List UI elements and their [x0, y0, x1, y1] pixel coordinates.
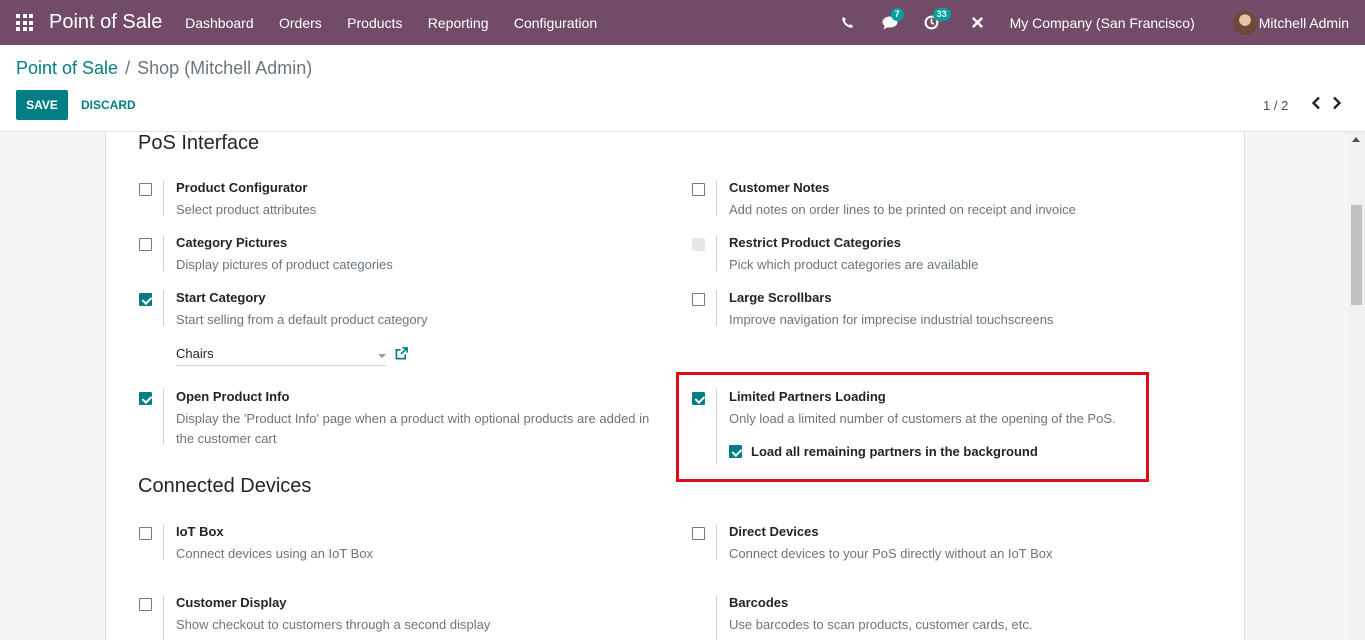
setting-description: Show checkout to customers through a sec…	[176, 617, 491, 632]
chat-icon[interactable]: 7	[882, 7, 904, 31]
divider	[163, 180, 164, 216]
setting-label: Category Pictures	[176, 235, 288, 250]
scroll-thumb[interactable]	[1351, 205, 1362, 305]
setting-label: Large Scrollbars	[729, 290, 832, 305]
chevron-down-icon[interactable]	[378, 354, 386, 358]
setting-description: Add notes on order lines to be printed o…	[729, 202, 1076, 217]
setting-description: Start selling from a default product cat…	[176, 312, 428, 327]
setting-description: Connect devices to your PoS directly wit…	[729, 546, 1053, 561]
setting-label: Barcodes	[729, 595, 789, 610]
iot-box-checkbox[interactable]	[139, 527, 152, 540]
customer-display-checkbox[interactable]	[139, 598, 152, 611]
setting-customer-display: Customer Display Show checkout to custom…	[139, 595, 659, 640]
messages-badge: 7	[890, 7, 904, 21]
large-scrollbars-checkbox[interactable]	[692, 293, 705, 306]
discard-button[interactable]: DISCARD	[72, 90, 145, 120]
top-navbar: Point of Sale Dashboard Orders Products …	[0, 0, 1365, 45]
divider	[163, 595, 164, 640]
divider	[716, 290, 717, 326]
setting-description: Improve navigation for imprecise industr…	[729, 312, 1054, 327]
scroll-up-icon[interactable]	[1352, 137, 1360, 142]
breadcrumb-current: Shop (Mitchell Admin)	[137, 58, 313, 78]
breadcrumb-parent[interactable]: Point of Sale	[16, 58, 118, 78]
setting-category-pictures: Category Pictures Display pictures of pr…	[139, 235, 659, 275]
menu-configuration[interactable]: Configuration	[501, 15, 610, 31]
setting-label: Customer Display	[176, 595, 287, 610]
setting-iot-box: IoT Box Connect devices using an IoT Box	[139, 524, 659, 564]
divider	[163, 290, 164, 326]
restrict-categories-checkbox	[692, 238, 705, 251]
close-icon[interactable]	[970, 15, 986, 31]
divider	[716, 524, 717, 560]
apps-grid-icon[interactable]	[16, 14, 33, 31]
setting-label: Direct Devices	[729, 524, 819, 539]
setting-direct-devices: Direct Devices Connect devices to your P…	[692, 524, 1212, 564]
start-category-value: Chairs	[176, 346, 214, 361]
divider	[163, 524, 164, 560]
section-pos-interface: PoS Interface	[138, 132, 260, 154]
product-configurator-checkbox[interactable]	[139, 183, 152, 196]
direct-devices-checkbox[interactable]	[692, 527, 705, 540]
menu-dashboard[interactable]: Dashboard	[172, 15, 266, 31]
scrollbar[interactable]	[1348, 132, 1365, 640]
pager-value[interactable]: 1 / 2	[1263, 98, 1288, 113]
setting-description: Display the 'Product Info' page when a p…	[176, 411, 650, 446]
menu-reporting[interactable]: Reporting	[415, 15, 501, 31]
divider	[716, 180, 717, 216]
category-pictures-checkbox[interactable]	[139, 238, 152, 251]
setting-description: Display pictures of product categories	[176, 257, 393, 272]
setting-label: Customer Notes	[729, 180, 830, 195]
setting-product-configurator: Product Configurator Select product attr…	[139, 180, 659, 220]
menu-orders[interactable]: Orders	[266, 15, 334, 31]
open-product-info-checkbox[interactable]	[139, 392, 152, 405]
user-menu[interactable]: Mitchell Admin	[1259, 15, 1349, 31]
setting-description: Pick which product categories are availa…	[729, 257, 979, 272]
setting-label: Open Product Info	[176, 389, 290, 404]
app-title[interactable]: Point of Sale	[49, 11, 162, 34]
setting-description: Select product attributes	[176, 202, 317, 217]
divider	[163, 389, 164, 445]
save-button[interactable]: SAVE	[16, 90, 68, 120]
divider	[716, 595, 717, 640]
setting-label: Start Category	[176, 290, 266, 305]
external-link-icon[interactable]	[395, 347, 408, 365]
breadcrumb: Point of Sale / Shop (Mitchell Admin)	[16, 58, 312, 79]
company-switcher[interactable]: My Company (San Francisco)	[1010, 15, 1195, 31]
divider	[716, 235, 717, 271]
setting-label: Restrict Product Categories	[729, 235, 901, 250]
breadcrumb-separator: /	[125, 58, 131, 78]
setting-description: Connect devices using an IoT Box	[176, 546, 374, 561]
section-connected-devices: Connected Devices	[138, 475, 312, 497]
start-category-checkbox[interactable]	[139, 293, 152, 306]
setting-open-product-info: Open Product Info Display the 'Product I…	[139, 389, 649, 449]
customer-notes-checkbox[interactable]	[692, 183, 705, 196]
phone-icon[interactable]	[840, 15, 856, 31]
setting-barcodes: Barcodes Use barcodes to scan products, …	[692, 595, 1212, 640]
setting-description: Use barcodes to scan products, customer …	[729, 617, 1033, 632]
chevron-left-icon[interactable]	[1310, 96, 1322, 115]
setting-restrict-product-categories: Restrict Product Categories Pick which p…	[692, 235, 1212, 275]
activities-badge: 33	[932, 7, 951, 21]
setting-label: IoT Box	[176, 524, 224, 539]
setting-customer-notes: Customer Notes Add notes on order lines …	[692, 180, 1212, 220]
control-panel: Point of Sale / Shop (Mitchell Admin) SA…	[0, 45, 1365, 132]
setting-start-category: Start Category Start selling from a defa…	[139, 290, 659, 370]
highlight-annotation	[676, 372, 1149, 482]
start-category-select[interactable]: Chairs	[176, 346, 386, 366]
divider	[163, 235, 164, 271]
clock-icon[interactable]: 33	[924, 7, 951, 31]
menu-products[interactable]: Products	[334, 15, 415, 31]
setting-large-scrollbars: Large Scrollbars Improve navigation for …	[692, 290, 1212, 330]
avatar[interactable]	[1232, 10, 1257, 35]
setting-label: Product Configurator	[176, 180, 308, 195]
chevron-right-icon[interactable]	[1331, 96, 1343, 115]
